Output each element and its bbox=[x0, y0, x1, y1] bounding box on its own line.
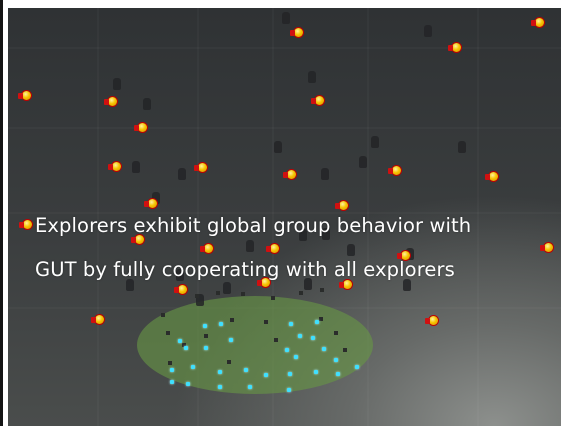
agent-shadow-icon bbox=[359, 156, 367, 168]
obstacle-dot bbox=[168, 361, 172, 365]
target-point-icon bbox=[219, 322, 223, 326]
obstacle-dot bbox=[227, 360, 231, 364]
agent-shadow-icon bbox=[178, 168, 186, 180]
explorer-agent-icon bbox=[18, 91, 31, 100]
explorer-agent-icon bbox=[485, 172, 498, 181]
target-point-icon bbox=[203, 324, 207, 328]
explorer-agent-icon bbox=[425, 316, 438, 325]
obstacle-dot bbox=[274, 338, 278, 342]
explorer-agent-icon bbox=[388, 166, 401, 175]
target-point-icon bbox=[315, 320, 319, 324]
target-point-icon bbox=[184, 346, 188, 350]
target-point-icon bbox=[170, 368, 174, 372]
target-point-icon bbox=[229, 338, 233, 342]
caption: Explorers exhibit global group behavior … bbox=[35, 204, 555, 292]
obstacle-dot bbox=[230, 318, 234, 322]
caption-line-1: Explorers exhibit global group behavior … bbox=[35, 214, 472, 237]
obstacle-dot bbox=[204, 334, 208, 338]
target-point-icon bbox=[314, 370, 318, 374]
target-point-icon bbox=[218, 385, 222, 389]
target-point-icon bbox=[355, 365, 359, 369]
target-point-icon bbox=[288, 372, 292, 376]
agent-shadow-icon bbox=[308, 71, 316, 83]
agent-shadow-icon bbox=[113, 78, 121, 90]
target-point-icon bbox=[204, 346, 208, 350]
obstacle-dot bbox=[195, 294, 199, 298]
agent-shadow-icon bbox=[321, 168, 329, 180]
agent-shadow-icon bbox=[424, 25, 432, 37]
agent-shadow-icon bbox=[371, 136, 379, 148]
obstacle-dot bbox=[271, 296, 275, 300]
target-point-icon bbox=[298, 334, 302, 338]
agent-shadow-icon bbox=[282, 12, 290, 24]
target-point-icon bbox=[311, 336, 315, 340]
simulation-viewport[interactable]: Explorers exhibit global group behavior … bbox=[8, 8, 561, 426]
explorer-agent-icon bbox=[104, 97, 117, 106]
obstacle-dot bbox=[264, 320, 268, 324]
agent-shadow-icon bbox=[458, 141, 466, 153]
explorer-agent-icon bbox=[311, 96, 324, 105]
target-point-icon bbox=[287, 388, 291, 392]
target-point-icon bbox=[170, 380, 174, 384]
explorer-agent-icon bbox=[283, 170, 296, 179]
target-point-icon bbox=[248, 385, 252, 389]
explorer-agent-icon bbox=[194, 163, 207, 172]
viewport-top-margin bbox=[8, 0, 561, 8]
explorer-agent-icon bbox=[91, 315, 104, 324]
target-point-icon bbox=[334, 358, 338, 362]
target-point-icon bbox=[218, 370, 222, 374]
target-point-icon bbox=[336, 372, 340, 376]
explorer-agent-icon bbox=[19, 220, 32, 229]
explorer-agent-icon bbox=[290, 28, 303, 37]
target-point-icon bbox=[178, 339, 182, 343]
agent-shadow-icon bbox=[132, 161, 140, 173]
target-point-icon bbox=[244, 368, 248, 372]
target-point-icon bbox=[285, 348, 289, 352]
agent-shadow-icon bbox=[274, 141, 282, 153]
obstacle-dot bbox=[319, 317, 323, 321]
obstacle-dot bbox=[166, 331, 170, 335]
target-point-icon bbox=[322, 347, 326, 351]
explorer-agent-icon bbox=[448, 43, 461, 52]
obstacle-dot bbox=[241, 292, 245, 296]
explorer-agent-icon bbox=[531, 18, 544, 27]
obstacle-dot bbox=[161, 313, 165, 317]
target-point-icon bbox=[191, 365, 195, 369]
obstacle-dot bbox=[334, 331, 338, 335]
agent-shadow-icon bbox=[143, 98, 151, 110]
target-point-icon bbox=[294, 355, 298, 359]
target-point-icon bbox=[289, 322, 293, 326]
obstacle-dot bbox=[343, 348, 347, 352]
target-point-icon bbox=[186, 382, 190, 386]
explorer-agent-icon bbox=[108, 162, 121, 171]
explorer-agent-icon bbox=[134, 123, 147, 132]
caption-line-2: GUT by fully cooperating with all explor… bbox=[35, 258, 455, 281]
target-point-icon bbox=[264, 373, 268, 377]
